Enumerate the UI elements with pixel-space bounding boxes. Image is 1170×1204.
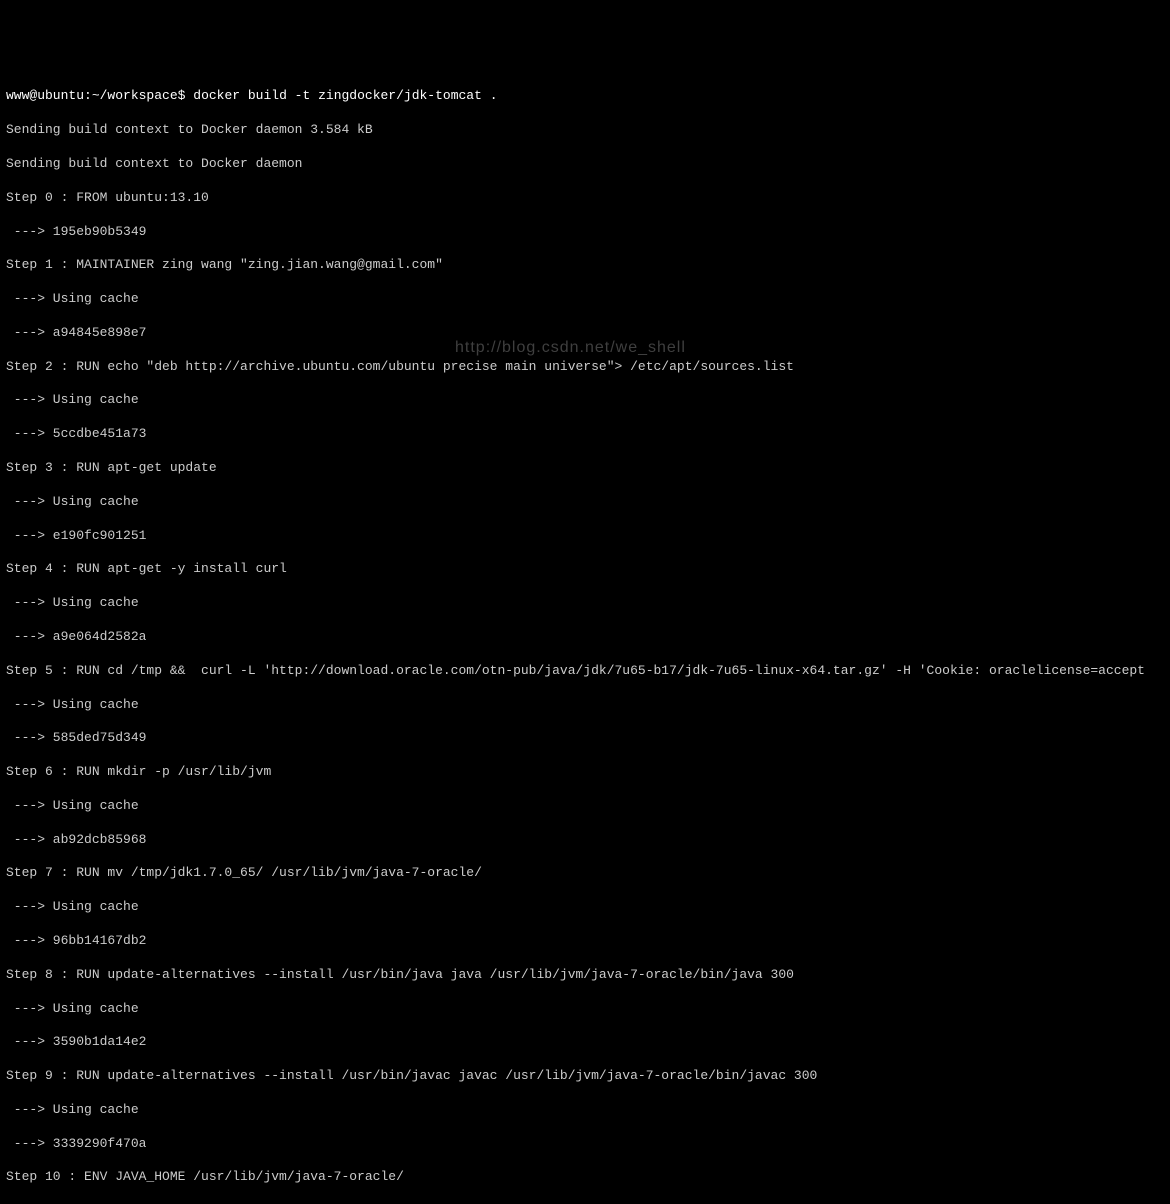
output-line: Step 10 : ENV JAVA_HOME /usr/lib/jvm/jav… bbox=[6, 1169, 1164, 1186]
output-line: ---> e190fc901251 bbox=[6, 528, 1164, 545]
output-line: Step 9 : RUN update-alternatives --insta… bbox=[6, 1068, 1164, 1085]
output-line: ---> ab92dcb85968 bbox=[6, 832, 1164, 849]
output-line: Step 3 : RUN apt-get update bbox=[6, 460, 1164, 477]
output-line: ---> 3590b1da14e2 bbox=[6, 1034, 1164, 1051]
output-line: ---> Using cache bbox=[6, 899, 1164, 916]
output-line: ---> Running in e4fff1020a33 bbox=[6, 1203, 1164, 1204]
output-line: Step 4 : RUN apt-get -y install curl bbox=[6, 561, 1164, 578]
output-line: Sending build context to Docker daemon 3… bbox=[6, 122, 1164, 139]
output-line: ---> a94845e898e7 bbox=[6, 325, 1164, 342]
prompt-path: ~/workspace bbox=[92, 88, 178, 103]
output-line: ---> Using cache bbox=[6, 392, 1164, 409]
output-line: ---> Using cache bbox=[6, 697, 1164, 714]
output-line: Step 6 : RUN mkdir -p /usr/lib/jvm bbox=[6, 764, 1164, 781]
command-text: docker build -t zingdocker/jdk-tomcat . bbox=[193, 88, 497, 103]
output-line: ---> 5ccdbe451a73 bbox=[6, 426, 1164, 443]
output-line: ---> 195eb90b5349 bbox=[6, 224, 1164, 241]
output-line: Step 8 : RUN update-alternatives --insta… bbox=[6, 967, 1164, 984]
output-line: ---> Using cache bbox=[6, 595, 1164, 612]
prompt-user: www@ubuntu bbox=[6, 88, 84, 103]
terminal-output: www@ubuntu:~/workspace$ docker build -t … bbox=[6, 72, 1164, 1204]
output-line: Step 5 : RUN cd /tmp && curl -L 'http://… bbox=[6, 663, 1164, 680]
output-line: ---> 96bb14167db2 bbox=[6, 933, 1164, 950]
output-line: Step 2 : RUN echo "deb http://archive.ub… bbox=[6, 359, 1164, 376]
output-line: Step 7 : RUN mv /tmp/jdk1.7.0_65/ /usr/l… bbox=[6, 865, 1164, 882]
output-line: ---> 3339290f470a bbox=[6, 1136, 1164, 1153]
output-line: Step 1 : MAINTAINER zing wang "zing.jian… bbox=[6, 257, 1164, 274]
output-line: ---> Using cache bbox=[6, 798, 1164, 815]
output-line: Sending build context to Docker daemon bbox=[6, 156, 1164, 173]
output-line: ---> Using cache bbox=[6, 494, 1164, 511]
output-line: ---> Using cache bbox=[6, 1001, 1164, 1018]
output-line: ---> 585ded75d349 bbox=[6, 730, 1164, 747]
output-line: ---> Using cache bbox=[6, 1102, 1164, 1119]
prompt-line[interactable]: www@ubuntu:~/workspace$ docker build -t … bbox=[6, 88, 1164, 105]
output-line: Step 0 : FROM ubuntu:13.10 bbox=[6, 190, 1164, 207]
output-line: ---> Using cache bbox=[6, 291, 1164, 308]
output-line: ---> a9e064d2582a bbox=[6, 629, 1164, 646]
